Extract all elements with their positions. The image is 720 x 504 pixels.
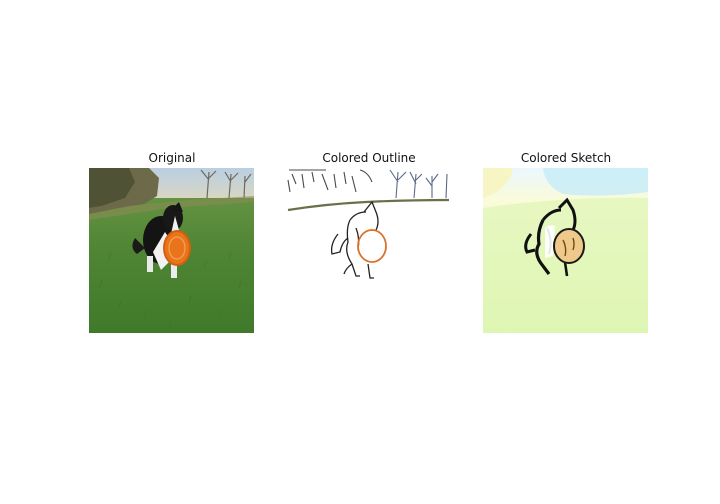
- colored-sketch-image: [483, 168, 648, 333]
- panel-original: Original: [89, 150, 255, 333]
- panel-title-colored-outline: Colored Outline: [322, 151, 416, 165]
- colored-outline-image: [286, 168, 451, 333]
- original-image: [89, 168, 254, 333]
- frisbee-sketch: [553, 228, 585, 264]
- panel-colored-sketch: Colored Sketch: [483, 150, 649, 333]
- panel-title-original: Original: [148, 151, 196, 165]
- panel-title-colored-sketch: Colored Sketch: [520, 151, 612, 165]
- panel-colored-outline: Colored Outline: [286, 150, 452, 333]
